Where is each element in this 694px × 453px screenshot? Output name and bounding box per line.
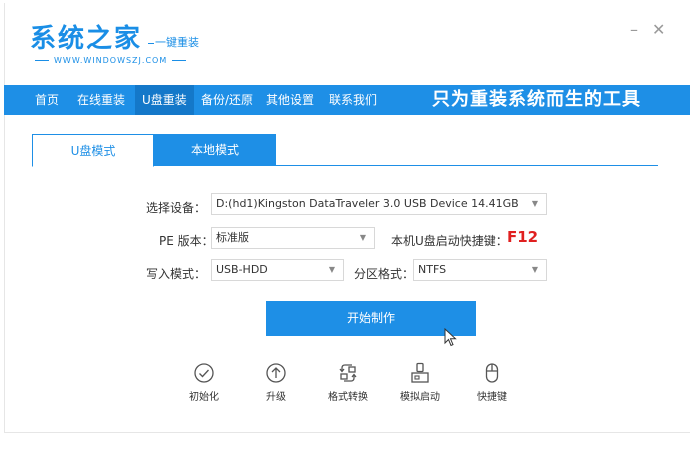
tool-initialize[interactable]: 初始化 [174, 362, 234, 403]
nav-bar: 首页 在线重装 U盘重装 备份/还原 其他设置 联系我们 只为重装系统而生的工具 [4, 85, 690, 115]
tool-simulate-boot[interactable]: 模拟启动 [390, 362, 450, 403]
pe-version-label: PE 版本： [159, 234, 214, 248]
tool-upgrade-label: 升级 [266, 392, 286, 403]
tool-hotkey[interactable]: 快捷键 [462, 362, 522, 403]
pe-version-value: 标准版 [216, 231, 249, 244]
brand-subtitle: 一键重装 [148, 34, 199, 50]
tool-simulate-boot-label: 模拟启动 [400, 392, 440, 403]
mouse-cursor-icon [444, 328, 457, 347]
tool-initialize-label: 初始化 [189, 392, 219, 403]
partition-label: 分区格式： [354, 267, 415, 281]
nav-item-backup-restore[interactable]: 备份/还原 [194, 85, 260, 115]
slogan: 只为重装系统而生的工具 [432, 89, 641, 110]
nav-item-contact-us[interactable]: 联系我们 [322, 85, 384, 115]
check-circle-icon [194, 363, 214, 383]
tool-upgrade[interactable]: 升级 [246, 362, 306, 403]
brand-url-text: WWW.WINDOWSZJ.COM [54, 56, 168, 65]
mode-tabs: U盘模式 本地模式 [32, 134, 658, 167]
tab-local-mode[interactable]: 本地模式 [154, 134, 276, 166]
partition-value: NTFS [418, 263, 447, 276]
partition-select[interactable]: NTFS ▼ [413, 259, 547, 281]
tool-format-convert-label: 格式转换 [328, 392, 368, 403]
hotkey-label: 本机U盘启动快捷键： [391, 234, 508, 248]
chevron-down-icon: ▼ [359, 233, 366, 242]
brand-title: 系统之家 [30, 24, 143, 54]
tool-hotkey-label: 快捷键 [477, 392, 507, 403]
hotkey-value: F12 [507, 228, 539, 246]
mouse-icon [485, 363, 499, 383]
nav-item-online-reinstall[interactable]: 在线重装 [70, 85, 132, 115]
tab-usb-mode[interactable]: U盘模式 [32, 134, 154, 167]
upgrade-arrow-icon [266, 363, 286, 383]
chevron-down-icon: ▼ [328, 265, 335, 274]
close-button[interactable]: ✕ [652, 22, 665, 38]
brand-logo: 系统之家 一键重装 WWW.WINDOWSZJ.COM [30, 18, 199, 65]
device-select[interactable]: D:(hd1)Kingston DataTraveler 3.0 USB Dev… [211, 193, 547, 215]
device-label: 选择设备： [146, 201, 207, 215]
write-mode-value: USB-HDD [216, 263, 268, 276]
device-select-value: D:(hd1)Kingston DataTraveler 3.0 USB Dev… [216, 197, 519, 210]
tool-format-convert[interactable]: 格式转换 [318, 362, 378, 403]
write-mode-label: 写入模式： [146, 267, 207, 281]
pe-version-select[interactable]: 标准版 ▼ [211, 227, 375, 249]
nav-item-other-settings[interactable]: 其他设置 [259, 85, 321, 115]
url-dash-left [35, 60, 49, 61]
simulate-boot-icon [411, 362, 429, 383]
chevron-down-icon: ▼ [531, 199, 538, 208]
brand-url: WWW.WINDOWSZJ.COM [30, 56, 191, 65]
url-dash-right [172, 60, 187, 61]
write-mode-select[interactable]: USB-HDD ▼ [211, 259, 344, 281]
minimize-button[interactable]: – [630, 22, 638, 38]
nav-item-home[interactable]: 首页 [28, 85, 66, 115]
nav-item-usb-reinstall[interactable]: U盘重装 [135, 85, 194, 115]
format-convert-icon [339, 364, 357, 382]
chevron-down-icon: ▼ [531, 265, 538, 274]
